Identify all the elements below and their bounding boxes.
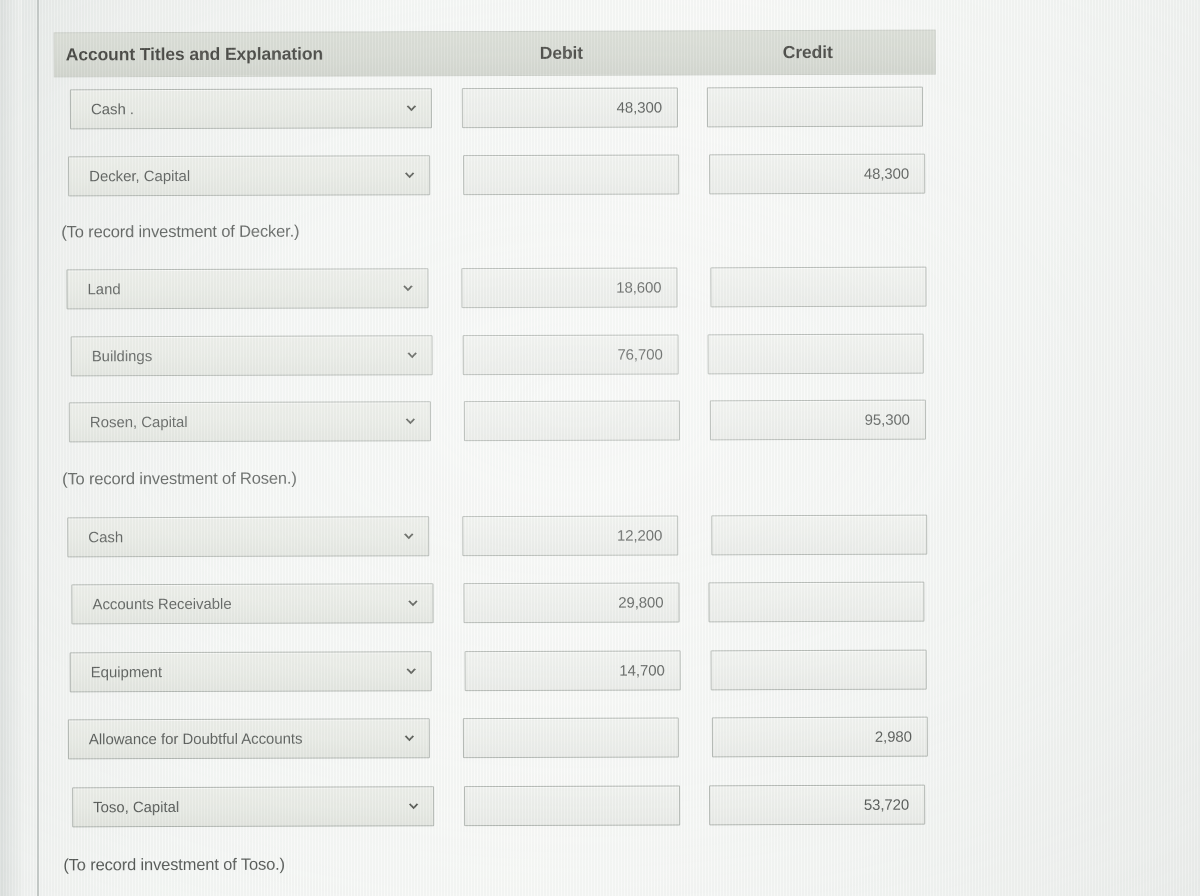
credit-input[interactable]: 53,720 bbox=[709, 784, 926, 826]
account-select[interactable]: Rosen, Capital bbox=[68, 401, 431, 443]
credit-input[interactable]: 48,300 bbox=[709, 153, 926, 195]
credit-input[interactable] bbox=[707, 333, 924, 375]
chevron-down-icon[interactable] bbox=[402, 168, 417, 183]
debit-input[interactable]: 29,800 bbox=[463, 582, 680, 624]
account-select[interactable]: Equipment bbox=[69, 651, 432, 693]
debit-input[interactable] bbox=[462, 717, 679, 759]
account-select-value: Buildings bbox=[91, 347, 153, 365]
chevron-down-icon[interactable] bbox=[403, 414, 418, 429]
explanation-note: (To record investment of Toso.) bbox=[63, 855, 285, 875]
chevron-down-icon[interactable] bbox=[400, 281, 415, 296]
table-row: Decker, Capital 48,300 bbox=[0, 153, 1199, 203]
table-row: Cash 12,200 bbox=[0, 514, 1200, 564]
debit-value: 76,700 bbox=[617, 345, 663, 364]
table-row: Accounts Receivable 29,800 bbox=[0, 581, 1200, 631]
explanation-note: (To record investment of Rosen.) bbox=[62, 469, 297, 489]
debit-value: 14,700 bbox=[619, 661, 665, 680]
credit-value: 48,300 bbox=[863, 165, 910, 183]
column-header-credit: Credit bbox=[782, 41, 833, 63]
journal-entry-table: Account Titles and Explanation Debit Cre… bbox=[0, 0, 1200, 896]
table-row: Rosen, Capital 95,300 bbox=[0, 399, 1200, 449]
chevron-down-icon[interactable] bbox=[402, 731, 417, 746]
table-row: Toso, Capital 53,720 bbox=[1, 784, 1200, 834]
credit-value: 53,720 bbox=[863, 796, 910, 814]
account-select-value: Decker, Capital bbox=[89, 167, 191, 185]
chevron-down-icon[interactable] bbox=[405, 596, 420, 611]
account-select[interactable]: Toso, Capital bbox=[72, 786, 435, 828]
account-select-value: Accounts Receivable bbox=[92, 595, 232, 613]
table-row: Cash . 48,300 bbox=[0, 86, 1199, 136]
debit-value: 48,300 bbox=[616, 98, 662, 117]
debit-value: 18,600 bbox=[616, 278, 662, 297]
account-select-value: Toso, Capital bbox=[93, 798, 180, 816]
account-select-value: Allowance for Doubtful Accounts bbox=[88, 730, 303, 748]
account-select[interactable]: Buildings bbox=[70, 335, 433, 377]
debit-input[interactable] bbox=[463, 400, 680, 442]
table-header-row: Account Titles and Explanation Debit Cre… bbox=[53, 29, 936, 78]
table-row: Land 18,600 bbox=[0, 266, 1200, 316]
credit-input[interactable]: 95,300 bbox=[709, 399, 926, 441]
account-select-value: Cash . bbox=[90, 100, 135, 118]
debit-input[interactable]: 14,700 bbox=[464, 650, 681, 692]
debit-input[interactable]: 76,700 bbox=[462, 334, 679, 376]
chevron-down-icon[interactable] bbox=[401, 529, 416, 544]
debit-input[interactable] bbox=[464, 785, 681, 827]
account-select[interactable]: Allowance for Doubtful Accounts bbox=[67, 718, 430, 760]
chevron-down-icon[interactable] bbox=[404, 101, 419, 116]
account-select-value: Rosen, Capital bbox=[89, 413, 188, 431]
explanation-note: (To record investment of Decker.) bbox=[61, 222, 300, 242]
account-select-value: Cash bbox=[88, 528, 124, 546]
chevron-down-icon[interactable] bbox=[404, 664, 419, 679]
debit-value: 29,800 bbox=[618, 593, 664, 612]
credit-input[interactable]: 2,980 bbox=[711, 716, 928, 758]
account-select-value: Equipment bbox=[90, 663, 162, 681]
table-row: Allowance for Doubtful Accounts 2,980 bbox=[1, 716, 1200, 766]
account-select[interactable]: Decker, Capital bbox=[68, 155, 431, 197]
credit-input[interactable] bbox=[706, 86, 923, 128]
debit-input[interactable]: 18,600 bbox=[461, 267, 678, 309]
debit-input[interactable]: 12,200 bbox=[462, 515, 679, 557]
debit-value: 12,200 bbox=[616, 526, 663, 545]
credit-input[interactable] bbox=[710, 266, 927, 308]
chevron-down-icon[interactable] bbox=[405, 348, 420, 363]
account-select-value: Land bbox=[87, 280, 121, 298]
account-select[interactable]: Cash . bbox=[69, 88, 432, 130]
credit-input[interactable] bbox=[708, 581, 925, 623]
credit-input[interactable] bbox=[710, 649, 927, 691]
credit-value: 2,980 bbox=[874, 728, 912, 746]
account-select[interactable]: Land bbox=[66, 268, 429, 310]
account-select[interactable]: Accounts Receivable bbox=[71, 583, 434, 625]
column-header-account: Account Titles and Explanation bbox=[65, 43, 324, 65]
debit-input[interactable] bbox=[463, 154, 680, 196]
table-row: Buildings 76,700 bbox=[0, 333, 1200, 383]
credit-value: 95,300 bbox=[864, 411, 910, 429]
table-row: Equipment 14,700 bbox=[1, 649, 1200, 699]
credit-input[interactable] bbox=[711, 514, 928, 556]
column-header-debit: Debit bbox=[539, 42, 584, 63]
chevron-down-icon[interactable] bbox=[406, 799, 421, 814]
debit-input[interactable]: 48,300 bbox=[461, 87, 678, 129]
account-select[interactable]: Cash bbox=[67, 516, 430, 558]
